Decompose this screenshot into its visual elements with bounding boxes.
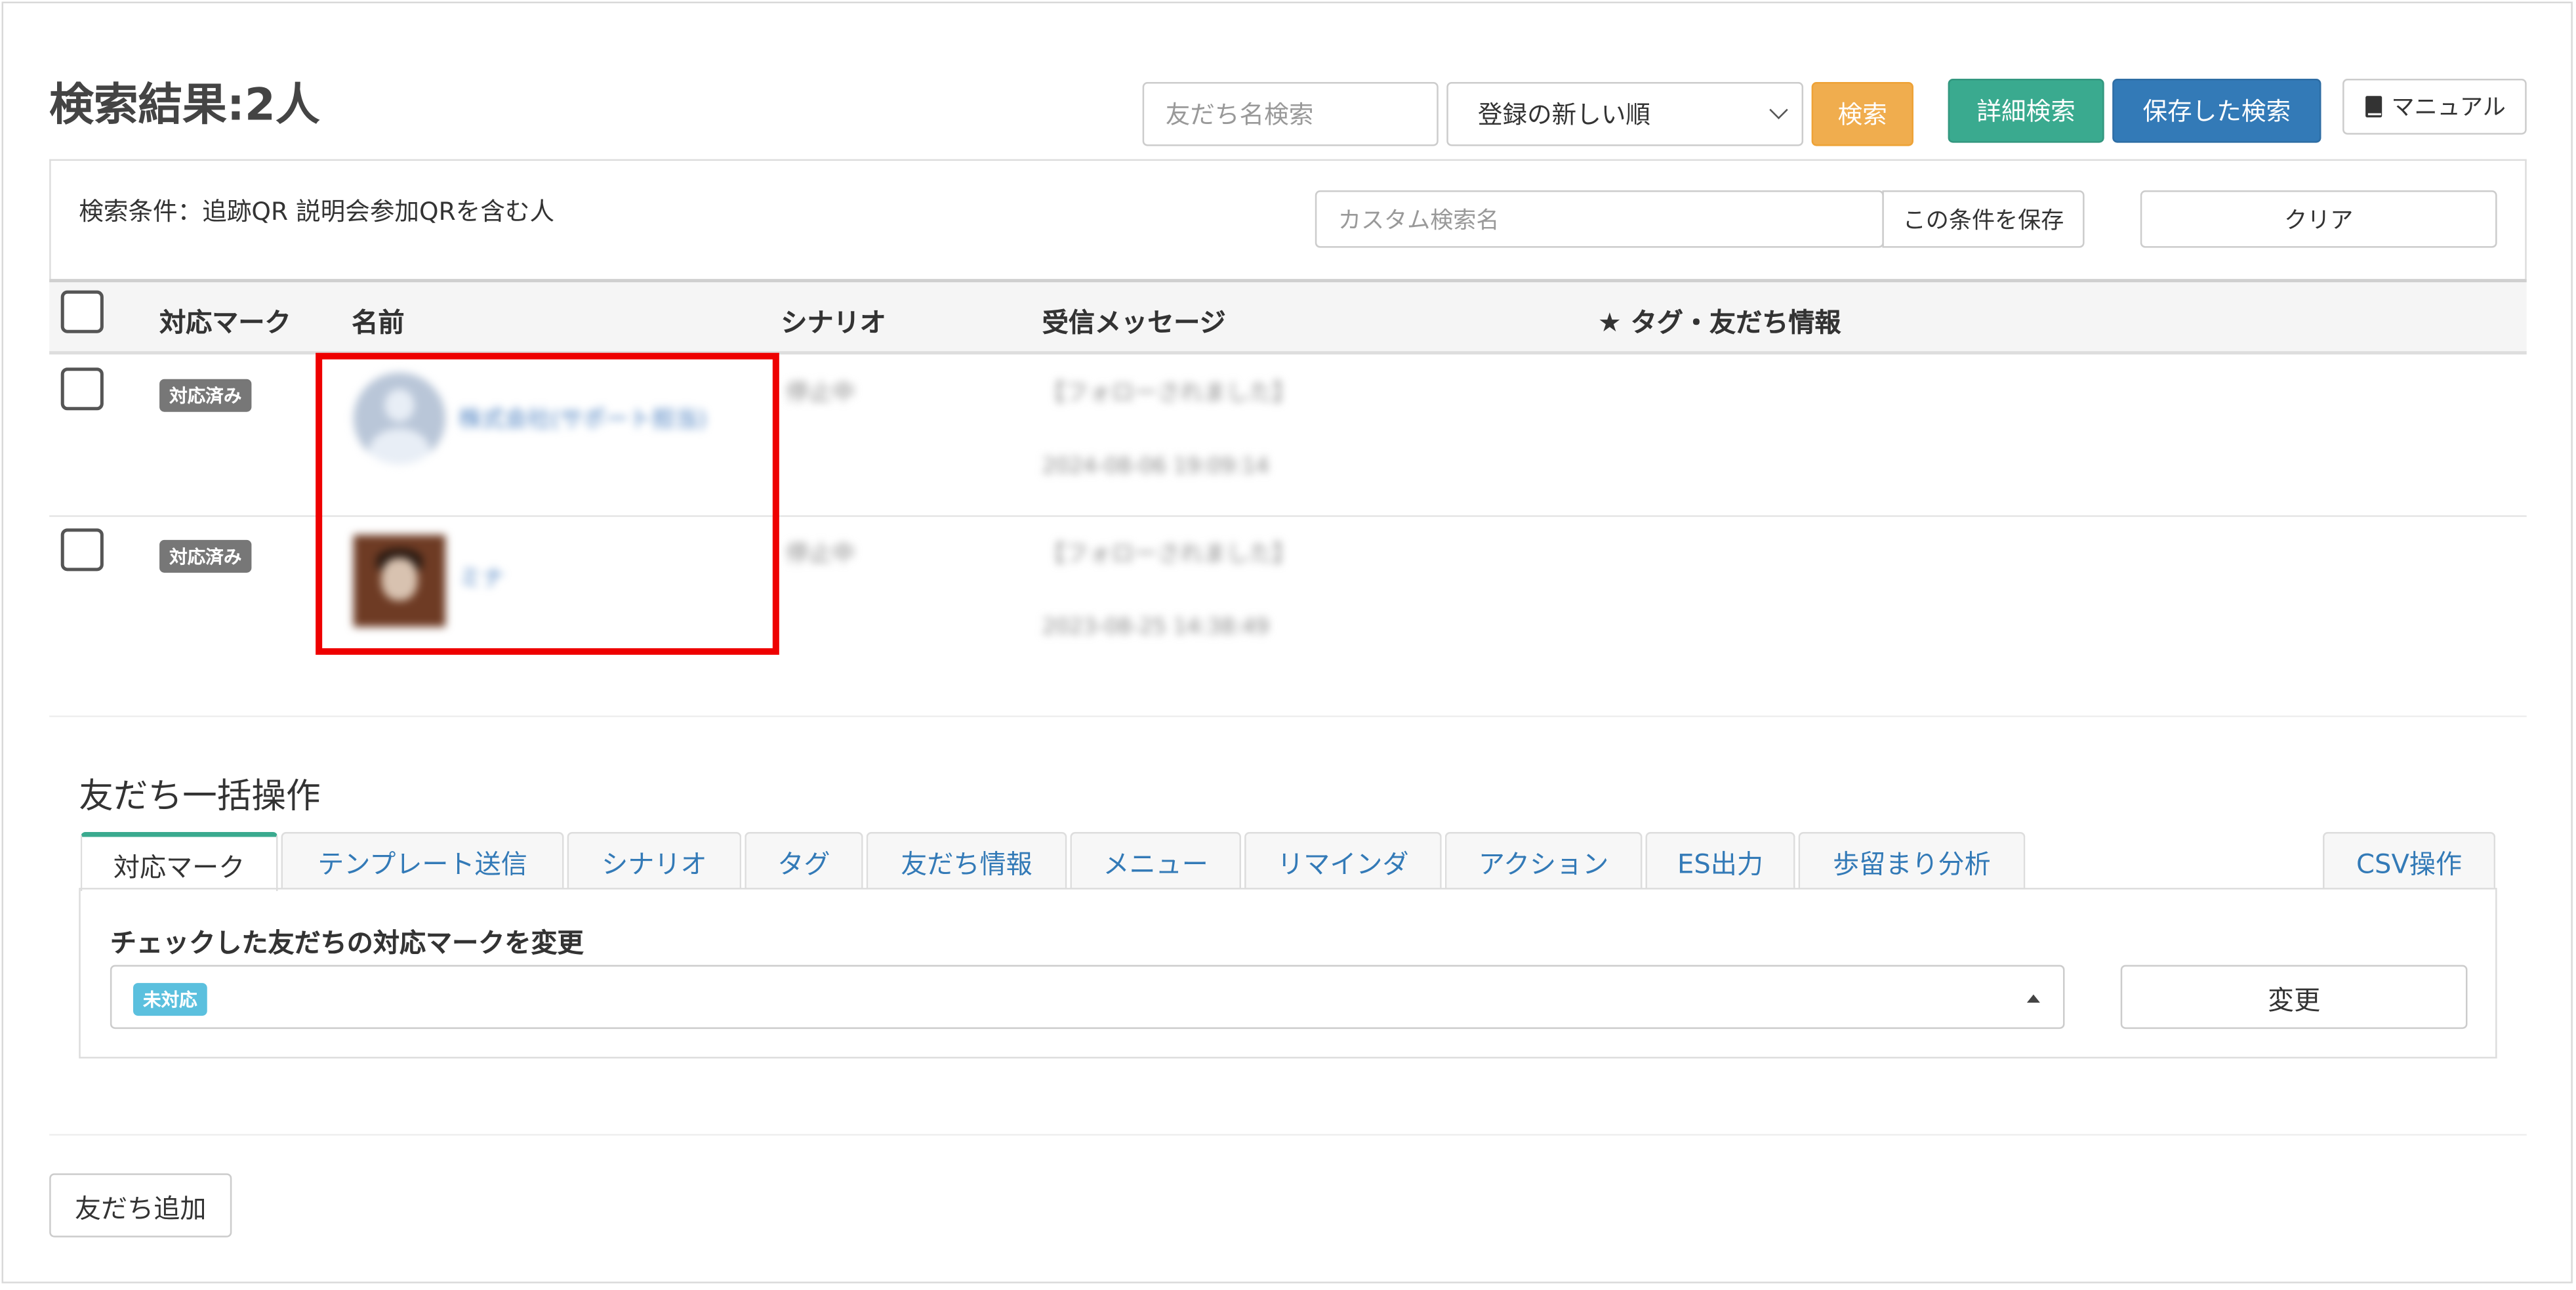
page: 検索結果:2人 友だち名検索 登録の新しい順 検索 詳細検索 保存した検索 マニ… bbox=[0, 0, 2576, 1290]
column-header-name: 名前 bbox=[352, 306, 405, 339]
name-search-input[interactable]: 友だち名検索 bbox=[1142, 82, 1439, 146]
tab-friend-info[interactable]: 友だち情報 bbox=[866, 832, 1067, 890]
tab-yield-analysis[interactable]: 歩留まり分析 bbox=[1798, 832, 2026, 890]
received-datetime: 2023-08-25 14:38:49 bbox=[1042, 615, 1269, 640]
selected-mark-badge: 未対応 bbox=[133, 983, 207, 1016]
footer-divider bbox=[49, 1134, 2527, 1136]
mark-select[interactable]: 未対応 bbox=[110, 965, 2065, 1030]
row-checkbox[interactable] bbox=[60, 528, 104, 572]
saved-search-button[interactable]: 保存した検索 bbox=[2112, 79, 2321, 143]
book-icon bbox=[2365, 96, 2382, 117]
change-button[interactable]: 変更 bbox=[2120, 965, 2468, 1030]
tab-es-output[interactable]: ES出力 bbox=[1645, 832, 1795, 890]
row-checkbox[interactable] bbox=[60, 367, 104, 411]
tab-menu[interactable]: メニュー bbox=[1070, 832, 1242, 890]
received-message: 【フォローされました】 bbox=[1042, 381, 1296, 407]
column-header-message: 受信メッセージ bbox=[1042, 306, 1226, 339]
status-badge: 対応済み bbox=[159, 379, 252, 412]
received-message: 【フォローされました】 bbox=[1042, 541, 1296, 568]
name-search-placeholder: 友だち名検索 bbox=[1165, 100, 1314, 130]
search-condition-text: 検索条件：追跡QR 説明会参加QRを含む人 bbox=[79, 197, 555, 227]
manual-button[interactable]: マニュアル bbox=[2342, 79, 2527, 135]
manual-button-label: マニュアル bbox=[2391, 95, 2506, 122]
sort-select[interactable]: 登録の新しい順 bbox=[1446, 82, 1804, 146]
bulk-operations-title: 友だち一括操作 bbox=[79, 776, 321, 816]
table-header bbox=[49, 279, 2527, 355]
scenario-status: 停止中 bbox=[785, 381, 855, 407]
select-all-checkbox[interactable] bbox=[60, 290, 104, 333]
clear-button[interactable]: クリア bbox=[2140, 190, 2497, 248]
change-mark-label: チェックした友だちの対応マークを変更 bbox=[110, 927, 584, 959]
scenario-status: 停止中 bbox=[785, 541, 855, 568]
received-datetime: 2024-08-06 19:09:14 bbox=[1042, 454, 1269, 480]
highlight-box bbox=[316, 352, 779, 655]
save-condition-button[interactable]: この条件を保存 bbox=[1882, 190, 2085, 248]
column-header-tags: ★ タグ・友だち情報 bbox=[1597, 306, 1841, 339]
column-header-scenario: シナリオ bbox=[781, 306, 886, 339]
caret-up-icon bbox=[2026, 994, 2040, 1003]
saved-search-label: 保存した検索 bbox=[2142, 96, 2291, 127]
add-friend-button[interactable]: 友だち追加 bbox=[49, 1173, 232, 1238]
detail-search-button[interactable]: 詳細検索 bbox=[1948, 79, 2104, 143]
custom-search-name-placeholder: カスタム検索名 bbox=[1338, 207, 1500, 234]
detail-search-label: 詳細検索 bbox=[1976, 96, 2075, 127]
change-button-label: 変更 bbox=[2267, 984, 2321, 1015]
page-title: 検索結果:2人 bbox=[49, 80, 320, 132]
tab-scenario[interactable]: シナリオ bbox=[567, 832, 742, 890]
status-badge: 対応済み bbox=[159, 539, 252, 573]
clear-button-label: クリア bbox=[2284, 207, 2354, 234]
save-condition-label: この条件を保存 bbox=[1902, 207, 2064, 234]
tab-mark[interactable]: 対応マーク bbox=[80, 832, 278, 892]
sort-selected-value: 登録の新しい順 bbox=[1477, 100, 1651, 130]
search-button[interactable]: 検索 bbox=[1811, 82, 1913, 146]
search-button-label: 検索 bbox=[1837, 100, 1887, 130]
tab-action[interactable]: アクション bbox=[1444, 832, 1643, 890]
tab-tag[interactable]: タグ bbox=[745, 832, 863, 890]
tab-csv[interactable]: CSV操作 bbox=[2322, 832, 2496, 890]
tab-template-send[interactable]: テンプレート送信 bbox=[281, 832, 564, 890]
column-header-mark: 対応マーク bbox=[159, 306, 291, 339]
custom-search-name-input[interactable]: カスタム検索名 bbox=[1315, 190, 1884, 248]
section-divider bbox=[49, 715, 2527, 717]
tab-reminder[interactable]: リマインダ bbox=[1244, 832, 1442, 890]
chevron-down-icon bbox=[1769, 100, 1788, 119]
add-friend-label: 友だち追加 bbox=[74, 1192, 207, 1224]
